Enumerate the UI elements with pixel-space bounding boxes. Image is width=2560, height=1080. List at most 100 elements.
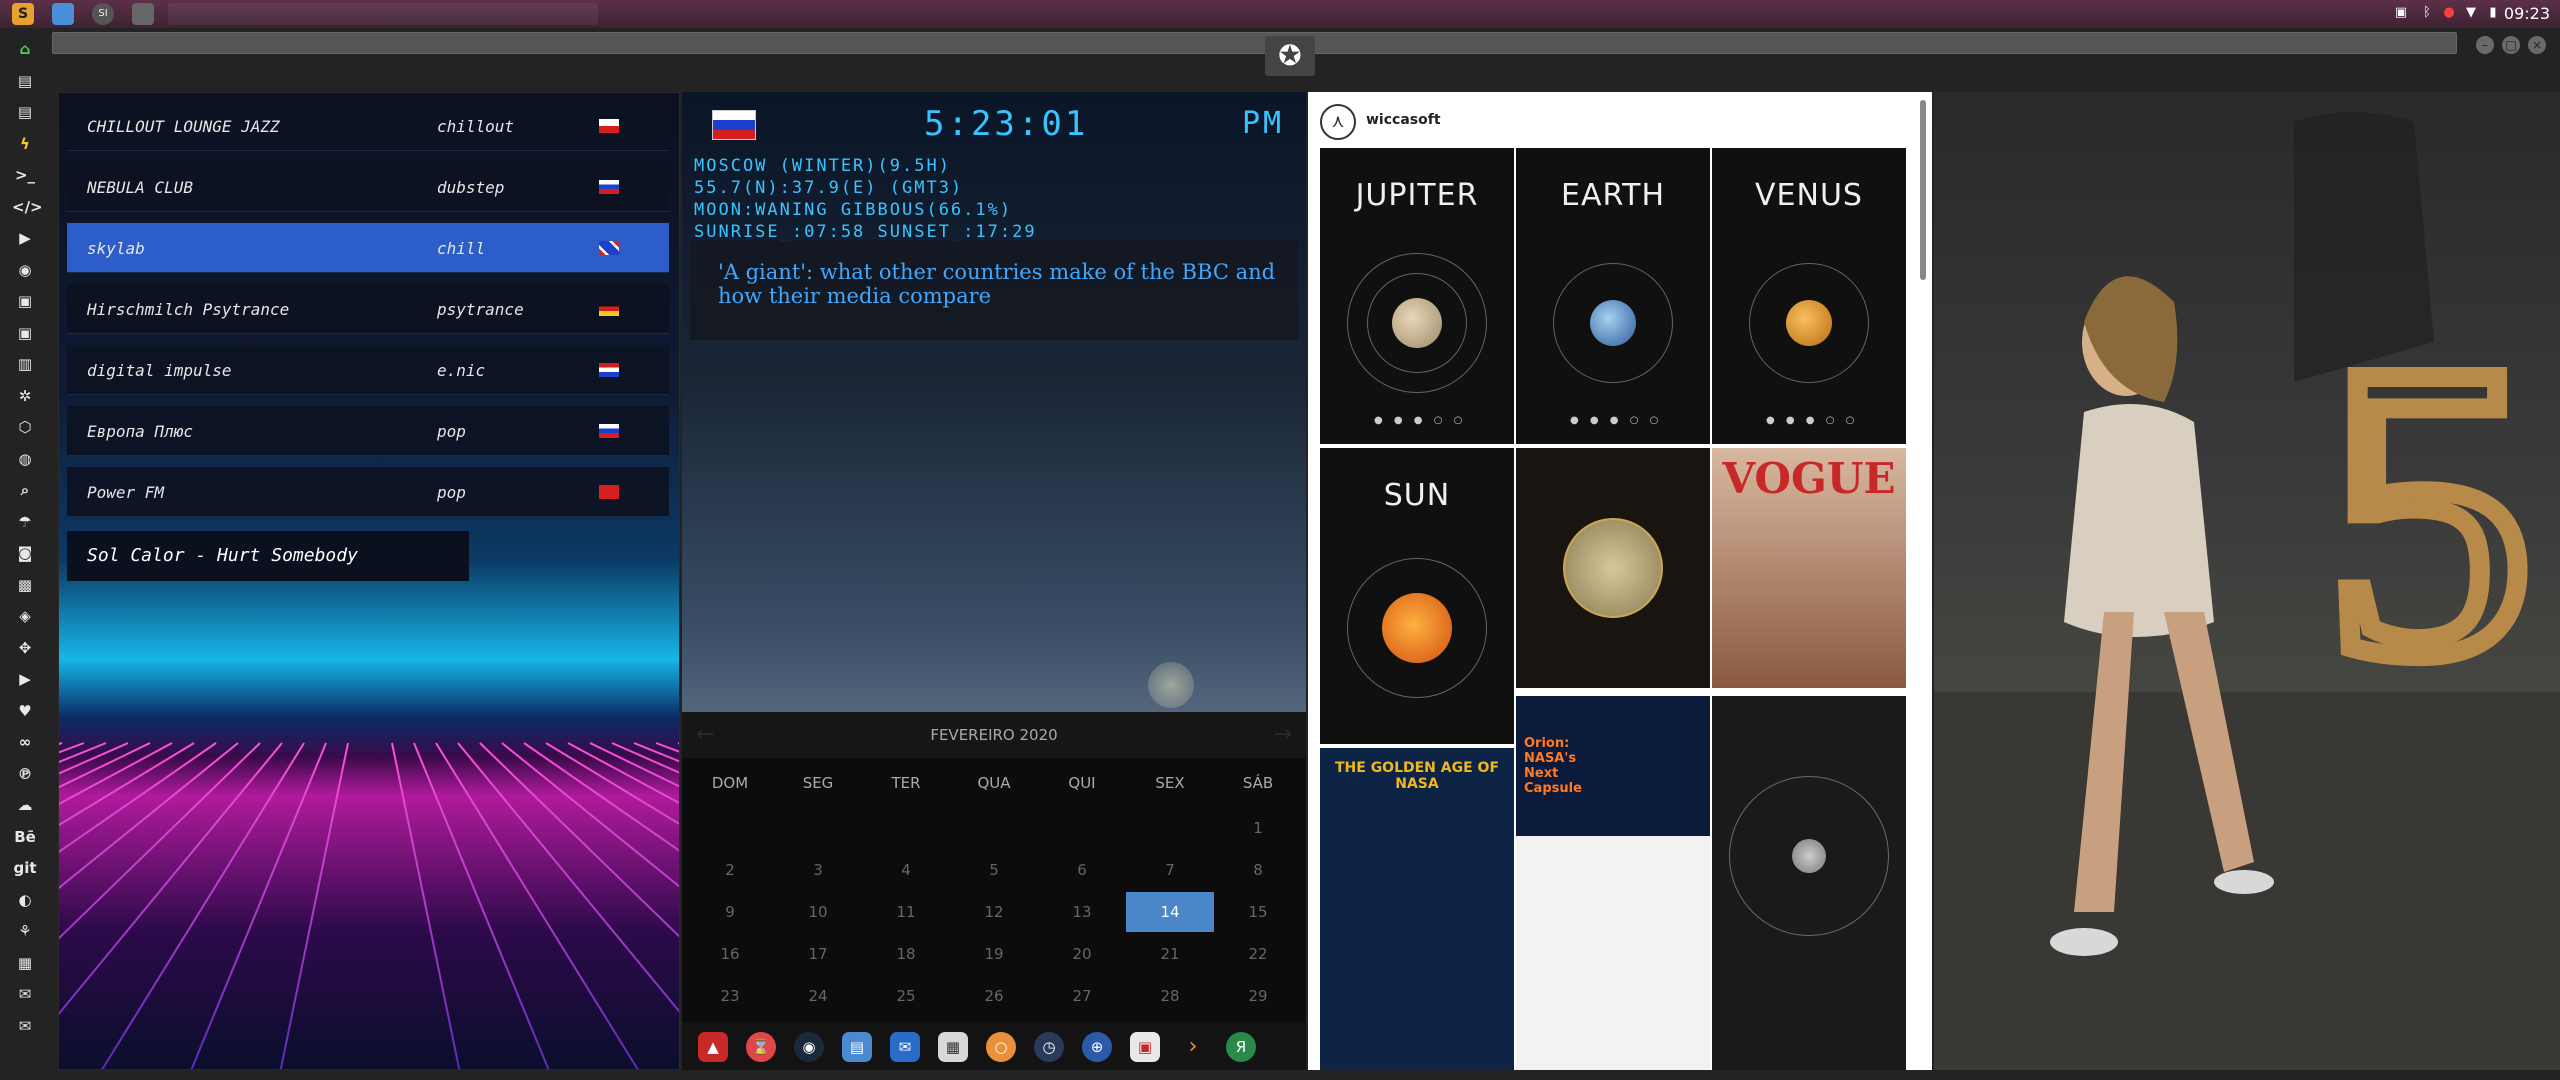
git-icon[interactable]: git bbox=[12, 855, 38, 881]
tag-icon[interactable]: ◈ bbox=[12, 603, 38, 629]
clock-app-icon[interactable]: ◷ bbox=[1034, 1032, 1064, 1062]
calendar-day[interactable]: 29 bbox=[1214, 976, 1302, 1016]
mail-app-icon[interactable]: ✉ bbox=[890, 1032, 920, 1062]
calendar-day[interactable]: 24 bbox=[774, 976, 862, 1016]
calendar-day[interactable]: 11 bbox=[862, 892, 950, 932]
sublime-app-icon[interactable]: › bbox=[1178, 1032, 1208, 1062]
calendar-day[interactable]: 3 bbox=[774, 850, 862, 890]
calendar-day[interactable]: 18 bbox=[862, 934, 950, 974]
calendar-day-today[interactable]: 14 bbox=[1126, 892, 1214, 932]
hexagon-icon[interactable]: ⬡ bbox=[12, 414, 38, 440]
disc-icon[interactable]: ◉ bbox=[12, 257, 38, 283]
feed-scrollbar[interactable] bbox=[1920, 100, 1926, 280]
close-button[interactable]: × bbox=[2528, 36, 2546, 54]
post-venus[interactable]: VENUS ● ● ● ○ ○ bbox=[1712, 148, 1906, 444]
alert-icon[interactable]: ● bbox=[2440, 5, 2458, 21]
map-icon[interactable]: ▦ bbox=[12, 950, 38, 976]
news-card[interactable]: 'A giant': what other countries make of … bbox=[690, 240, 1298, 340]
profile-username[interactable]: wiccasoft bbox=[1366, 112, 1441, 128]
book-icon[interactable]: ▥ bbox=[12, 351, 38, 377]
post-vogue[interactable]: VOGUE bbox=[1712, 448, 1906, 688]
calendar-day[interactable]: 15 bbox=[1214, 892, 1302, 932]
calendar-day[interactable]: 25 bbox=[862, 976, 950, 1016]
calendar-day[interactable]: 26 bbox=[950, 976, 1038, 1016]
window-icon[interactable] bbox=[132, 3, 154, 25]
calendar-day[interactable]: 22 bbox=[1214, 934, 1302, 974]
news-app-icon[interactable]: ▦ bbox=[938, 1032, 968, 1062]
station-row[interactable]: digital impulse e.nic bbox=[67, 345, 669, 395]
cloud-icon[interactable]: ☁ bbox=[12, 792, 38, 818]
infinity-icon[interactable]: ∞ bbox=[12, 729, 38, 755]
app-icon[interactable]: SI bbox=[92, 3, 114, 25]
home-icon[interactable]: ⌂ bbox=[12, 36, 38, 62]
maximize-button[interactable]: □ bbox=[2502, 36, 2520, 54]
calendar-day[interactable]: 17 bbox=[774, 934, 862, 974]
calendar-day[interactable]: 6 bbox=[1038, 850, 1126, 890]
calendar-app-icon[interactable]: ▣ bbox=[1130, 1032, 1160, 1062]
search-app-icon[interactable]: ○ bbox=[986, 1032, 1016, 1062]
calendar-day[interactable]: 12 bbox=[950, 892, 1038, 932]
post-orion[interactable]: Orion: NASA's Next Capsule bbox=[1516, 696, 1710, 1070]
umbrella-icon[interactable]: ☂ bbox=[12, 509, 38, 535]
calendar-day[interactable]: 8 bbox=[1214, 850, 1302, 890]
post-jupiter[interactable]: JUPITER ● ● ● ○ ○ bbox=[1320, 148, 1514, 444]
network-icon[interactable]: ⚘ bbox=[12, 918, 38, 944]
sublime-icon[interactable]: S bbox=[12, 3, 34, 25]
contact-icon[interactable]: ◙ bbox=[12, 540, 38, 566]
rebel-alliance-icon[interactable]: ✪ bbox=[1265, 36, 1315, 76]
post-orbits[interactable] bbox=[1712, 696, 1906, 1070]
post-nasa[interactable]: THE GOLDEN AGE OF NASA bbox=[1320, 748, 1514, 1070]
calendar-day[interactable]: 7 bbox=[1126, 850, 1214, 890]
calendar-day[interactable]: 4 bbox=[862, 850, 950, 890]
station-row[interactable]: Европа Плюс pop bbox=[67, 406, 669, 456]
pinterest-icon[interactable]: ℗ bbox=[12, 761, 38, 787]
mail-icon[interactable]: ✉ bbox=[12, 981, 38, 1007]
globe-icon[interactable]: ◍ bbox=[12, 446, 38, 472]
calendar-day[interactable]: 5 bbox=[950, 850, 1038, 890]
battery-icon[interactable]: ▮ bbox=[2484, 5, 2502, 21]
calendar-day[interactable]: 27 bbox=[1038, 976, 1126, 1016]
image-tray-icon[interactable]: ▣ bbox=[2392, 5, 2410, 21]
settings-icon[interactable]: ✲ bbox=[12, 383, 38, 409]
calendar-day[interactable]: 20 bbox=[1038, 934, 1126, 974]
calendar-day[interactable]: 13 bbox=[1038, 892, 1126, 932]
news-headline[interactable]: 'A giant': what other countries make of … bbox=[718, 260, 1278, 308]
photos-icon[interactable]: ▤ bbox=[842, 1032, 872, 1062]
hourglass-icon[interactable]: ⌛ bbox=[746, 1032, 776, 1062]
calendar-day[interactable]: 21 bbox=[1126, 934, 1214, 974]
calendar-day[interactable]: 23 bbox=[686, 976, 774, 1016]
calendar-day[interactable]: 2 bbox=[686, 850, 774, 890]
yandex-app-icon[interactable]: Я bbox=[1226, 1032, 1256, 1062]
station-row[interactable]: Hirschmilch Psytrance psytrance bbox=[67, 284, 669, 334]
globe-app-icon[interactable]: ◉ bbox=[794, 1032, 824, 1062]
station-row[interactable]: skylab chill bbox=[67, 223, 669, 273]
play-icon[interactable]: ▶ bbox=[12, 225, 38, 251]
wifi-icon[interactable]: ▼ bbox=[2462, 5, 2480, 21]
station-row[interactable]: CHILLOUT LOUNGE JAZZ chillout bbox=[67, 101, 669, 151]
github-icon[interactable]: ◐ bbox=[12, 887, 38, 913]
folder-icon[interactable] bbox=[52, 3, 74, 25]
document-icon[interactable]: ▤ bbox=[12, 68, 38, 94]
search-icon[interactable]: ⌕ bbox=[12, 477, 38, 503]
minimize-button[interactable]: – bbox=[2476, 36, 2494, 54]
calendar-day[interactable]: 16 bbox=[686, 934, 774, 974]
browser-app-icon[interactable]: ⊕ bbox=[1082, 1032, 1112, 1062]
heart-icon[interactable]: ♥ bbox=[12, 698, 38, 724]
bolt-icon[interactable]: ϟ bbox=[12, 131, 38, 157]
calendar-next-button[interactable]: → bbox=[1274, 722, 1292, 747]
badge-icon[interactable]: ▩ bbox=[12, 572, 38, 598]
triangle-app-icon[interactable]: ▲ bbox=[698, 1032, 728, 1062]
youtube-icon[interactable]: ▶ bbox=[12, 666, 38, 692]
station-row[interactable]: Power FM pop bbox=[67, 467, 669, 517]
behance-icon[interactable]: Bē bbox=[12, 824, 38, 850]
image-icon[interactable]: ▣ bbox=[12, 320, 38, 346]
calendar-day[interactable]: 10 bbox=[774, 892, 862, 932]
terminal-icon[interactable]: >_ bbox=[12, 162, 38, 188]
calendar-day[interactable]: 19 bbox=[950, 934, 1038, 974]
station-row[interactable]: NEBULA CLUB dubstep bbox=[67, 162, 669, 212]
calendar-day[interactable]: 1 bbox=[1214, 808, 1302, 848]
post-ornament[interactable] bbox=[1516, 448, 1710, 688]
image-icon[interactable]: ▣ bbox=[12, 288, 38, 314]
calendar-day[interactable]: 9 bbox=[686, 892, 774, 932]
mail-icon[interactable]: ✉ bbox=[12, 1013, 38, 1039]
